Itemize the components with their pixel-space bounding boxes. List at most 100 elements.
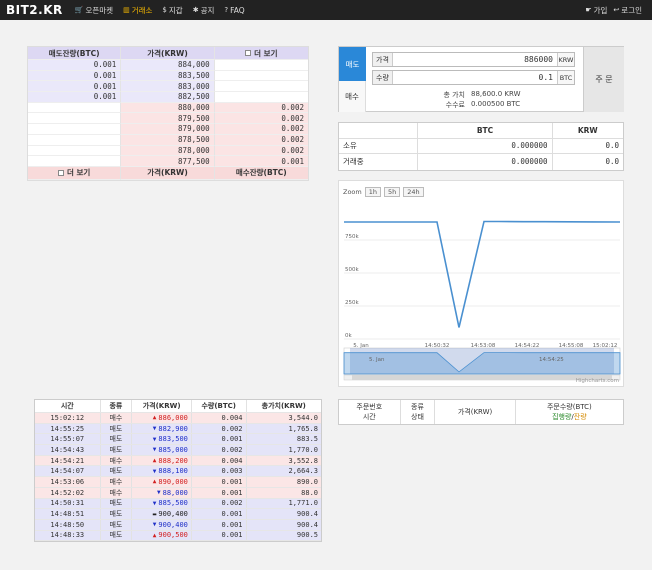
nav-link-4[interactable]: ? FAQ (224, 5, 244, 16)
ask-price[interactable]: 884,000 (121, 60, 215, 71)
bid-price[interactable]: 879,500 (121, 113, 215, 125)
price-label: 가격 (373, 53, 393, 66)
ask-more-toggle[interactable]: 더 보기 (214, 47, 308, 60)
nav-link-label: 공지 (200, 5, 215, 15)
bid-more-toggle[interactable]: 더 보기 (28, 166, 122, 180)
more-bids-checkbox[interactable] (58, 169, 64, 176)
bid-price[interactable]: 880,000 (121, 102, 215, 114)
zoom-24h-button[interactable]: 24h (403, 187, 424, 197)
submit-order-button[interactable]: 주 문 (583, 47, 624, 112)
open-orders: 주문번호 시간 종류 상태 가격(KRW) 주문수량(BTC) 집행량/잔량 (338, 399, 624, 425)
ask-price[interactable]: 883,000 (121, 81, 215, 93)
price-input[interactable]: 886000 (393, 55, 557, 64)
bid-empty (28, 156, 122, 167)
bid-row[interactable]: 878,000 0.002 (28, 145, 308, 157)
balance-table: BTC KRW 소유 0.000000 0.0 거래중 0.000000 0.0 (338, 122, 624, 171)
trade-time: 14:48:50 (35, 519, 101, 530)
table-row: 14:54:07 매도 ▼ 888,100 0.003 2,664.3 (35, 466, 321, 478)
bid-row[interactable]: 878,500 0.002 (28, 134, 308, 146)
balance-header: BTC KRW (339, 123, 623, 139)
balance-row-owned: 소유 0.000000 0.0 (339, 138, 623, 154)
bid-row[interactable]: 877,500 0.001 (28, 156, 308, 167)
trade-qty: 0.001 (192, 509, 247, 519)
trade-total: 900.4 (296, 520, 318, 529)
arrow-down-icon: ▼ (152, 521, 157, 529)
ask-price-header: 가격(KRW) (121, 47, 215, 60)
bid-empty (28, 113, 122, 125)
login-icon: ↩ (613, 6, 620, 14)
trade-price: ▲ 888,200 (132, 455, 192, 466)
trade-price: ▼ 88,000 (132, 487, 192, 498)
ask-price[interactable]: 883,500 (121, 70, 215, 82)
gear-icon: ✱ (192, 6, 199, 14)
zoom-5h-button[interactable]: 5h (384, 187, 401, 197)
ask-qty: 0.001 (28, 60, 122, 71)
ask-row[interactable]: 0.001 884,000 (28, 60, 308, 71)
ask-row[interactable]: 0.001 883,000 (28, 81, 308, 93)
sell-tab[interactable]: 매도 (339, 47, 366, 81)
y-tick-label: 750k (345, 234, 359, 240)
bid-row[interactable]: 880,000 0.002 (28, 102, 308, 114)
brand-logo[interactable]: BIT2.KR (6, 3, 63, 17)
bid-price[interactable]: 878,000 (121, 145, 215, 157)
table-row: 14:50:31 매도 ▼ 885,500 0.002 1,771.0 (35, 498, 321, 510)
trade-type: 매도 (101, 509, 133, 519)
price-field[interactable]: 가격 886000 KRW (372, 52, 575, 67)
zoom-1h-button[interactable]: 1h (364, 187, 382, 197)
ask-row[interactable]: 0.001 883,500 (28, 70, 308, 82)
bid-qty-header: 매수잔량(BTC) (214, 167, 308, 180)
qty-field[interactable]: 수량 0.1 BTC (372, 70, 575, 85)
dollar-icon: $ (162, 6, 167, 14)
y-tick-label: 500k (345, 267, 359, 273)
trade-type: 매도 (101, 445, 133, 455)
nav-right-link-1[interactable]: ↩ 로그인 (613, 5, 642, 16)
nav-link-3[interactable]: ✱ 공지 (193, 5, 215, 16)
bid-price[interactable]: 878,500 (121, 134, 215, 146)
fee-summary: 수수료 0.000500 BTC (427, 100, 557, 110)
trade-price-value: 885,500 (158, 499, 188, 508)
bar-chart-icon: ▥ (123, 6, 130, 14)
ask-price[interactable]: 882,500 (121, 92, 215, 103)
trade-type: 매수 (101, 413, 133, 423)
orderbook: 매도잔량(BTC) 가격(KRW) 더 보기 0.001 884,000 0.001… (27, 46, 309, 181)
fee-label: 수수료 (445, 101, 465, 109)
trade-type: 매도 (101, 466, 133, 477)
bid-row[interactable]: 879,000 0.002 (28, 124, 308, 135)
ask-row[interactable]: 0.001 882,500 (28, 92, 308, 103)
nav-link-label: 오픈마켓 (85, 5, 114, 15)
trade-price-value: 890,000 (158, 477, 188, 486)
trade-qty: 0.002 (192, 498, 247, 509)
trade-type: 매도 (101, 498, 133, 509)
ask-qty-header: 매도잔량(BTC) (28, 47, 122, 60)
table-row: 14:52:02 매수 ▼ 88,000 0.001 88.0 (35, 487, 321, 499)
trade-type: 매수 (101, 487, 133, 498)
nav-link-1[interactable]: ▥ 거래소 (123, 5, 152, 16)
nav-link-0[interactable]: 🛒 오픈마켓 (75, 5, 113, 16)
qty-input[interactable]: 0.1 (393, 73, 557, 82)
nav-right-link-0[interactable]: ☛ 가입 (585, 5, 607, 16)
bid-price[interactable]: 879,000 (121, 124, 215, 135)
table-row: 14:48:50 매도 ▼ 900,400 0.001 900.4 (35, 519, 321, 531)
trade-qty: 0.001 (192, 530, 247, 541)
table-row: 14:55:07 매도 ▼ 883,500 0.001 883.5 (35, 434, 321, 446)
trade-qty: 0.001 (192, 519, 247, 530)
trade-total: 1,765.8 (288, 424, 318, 433)
arrow-down-icon: ▼ (152, 435, 157, 443)
more-asks-checkbox[interactable] (245, 50, 252, 56)
trade-price-value: 888,100 (158, 467, 188, 476)
btc-column-header: BTC (418, 123, 553, 138)
bid-qty: 0.002 (214, 145, 308, 157)
bid-qty: 0.002 (214, 113, 308, 125)
chart-credit[interactable]: Highcharts.com (576, 378, 619, 384)
bid-row[interactable]: 879,500 0.002 (28, 113, 308, 125)
arrow-flat-icon: ▬ (152, 510, 157, 518)
table-row: 14:54:21 매수 ▲ 888,200 0.004 3,552.8 (35, 455, 321, 467)
trade-time: 14:55:25 (35, 423, 101, 434)
buy-tab[interactable]: 매수 (339, 81, 366, 112)
trade-time: 14:48:51 (35, 509, 101, 519)
total-summary: 총 가치 88,600.0 KRW (427, 90, 557, 100)
trade-price: ▼ 885,000 (132, 445, 192, 455)
bid-price[interactable]: 877,500 (121, 156, 215, 167)
trade-time: 14:48:33 (35, 530, 101, 541)
nav-link-2[interactable]: $ 지갑 (162, 5, 182, 16)
